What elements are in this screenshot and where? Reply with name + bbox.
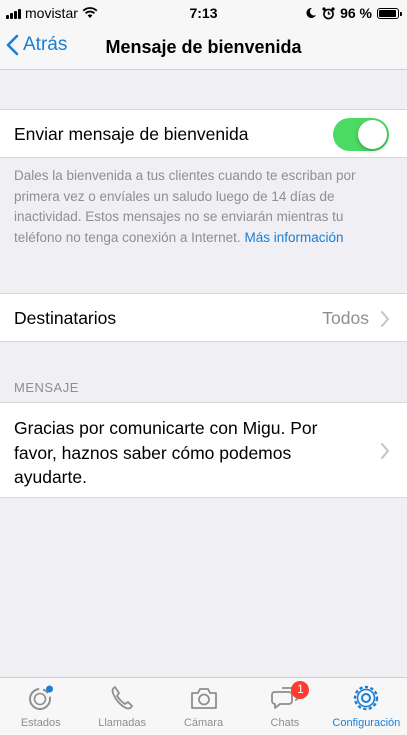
chevron-right-icon — [381, 443, 389, 459]
toggle-knob — [358, 120, 387, 149]
tab-label: Estados — [20, 717, 61, 729]
camera-icon — [190, 688, 217, 709]
alarm-icon — [322, 6, 335, 19]
tab-label: Llamadas — [98, 717, 146, 729]
recipients-value: Todos — [322, 308, 369, 328]
send-greeting-row: Enviar mensaje de bienvenida — [0, 109, 407, 158]
recipients-label: Destinatarios — [14, 308, 117, 328]
send-greeting-label: Enviar mensaje de bienvenida — [14, 124, 249, 144]
message-section-header: MENSAJE — [14, 380, 79, 395]
tab-label: Configuración — [332, 717, 401, 729]
greeting-message-text: Gracias por comunicarte con Migu. Por fa… — [14, 418, 318, 487]
tab-llamadas[interactable]: Llamadas — [81, 678, 162, 735]
do-not-disturb-moon-icon — [306, 7, 317, 18]
navigation-bar: Atrás Mensaje de bienvenida — [0, 26, 407, 70]
phone-icon — [111, 686, 134, 710]
settings-icon — [354, 685, 379, 711]
send-greeting-toggle[interactable] — [333, 118, 389, 151]
battery-level-fill — [379, 9, 397, 17]
status-icon — [28, 685, 53, 710]
status-bar: movistar 7:13 96 % — [0, 0, 407, 26]
tab-label: Chats — [270, 717, 300, 729]
tab-estados[interactable]: Estados — [0, 678, 81, 735]
battery-icon — [377, 7, 402, 19]
page-title: Mensaje de bienvenida — [105, 37, 302, 57]
tab-label: Cámara — [183, 717, 224, 729]
greeting-message-row[interactable]: Gracias por comunicarte con Migu. Por fa… — [0, 402, 407, 498]
tab-bar: Estados Llamadas Cámara 1 Chats Configur… — [0, 677, 407, 735]
chevron-right-icon — [381, 311, 389, 327]
unread-badge: 1 — [291, 681, 310, 699]
battery-percentage: 96 % — [340, 5, 372, 21]
tab-chats[interactable]: 1 Chats — [244, 678, 325, 735]
recipients-row[interactable]: Destinatarios Todos — [0, 293, 407, 342]
tab-camara[interactable]: Cámara — [163, 678, 244, 735]
more-info-link[interactable]: Más información — [244, 230, 343, 245]
greeting-description: Dales la bienvenida a tus clientes cuand… — [14, 166, 394, 248]
tab-configuracion[interactable]: Configuración — [326, 678, 407, 735]
